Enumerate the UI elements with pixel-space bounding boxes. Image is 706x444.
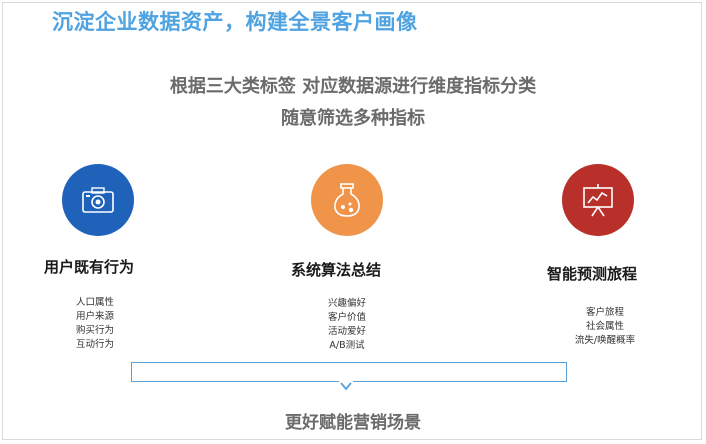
category-3-heading: 智能预测旅程 <box>547 265 638 283</box>
category-2-item: 活动爱好 <box>327 326 366 337</box>
intro-line-2: 随意筛选多种指标 <box>281 108 425 129</box>
category-1-item: 互动行为 <box>75 339 114 350</box>
category-2-heading: 系统算法总结 <box>291 261 382 279</box>
intro-line-1: 根据三大类标签 对应数据源进行维度指标分类 <box>169 76 537 97</box>
category-1-heading: 用户既有行为 <box>44 258 135 276</box>
grouping-bracket <box>131 362 567 382</box>
category-2-item: A/B测试 <box>329 340 365 351</box>
presentation-chart-icon <box>583 184 613 217</box>
category-3-circle <box>562 164 634 236</box>
category-2-items: 兴趣偏好 客户价值 活动爱好 A/B测试 <box>312 297 382 353</box>
footer-text: 更好赋能营销场景 <box>285 413 421 433</box>
category-3-item: 社会属性 <box>585 321 624 332</box>
category-2-circle <box>311 164 383 236</box>
flask-icon <box>334 183 360 217</box>
category-2-item: 兴趣偏好 <box>327 298 366 309</box>
category-2-item: 客户价值 <box>327 312 366 323</box>
category-3-items: 客户旅程 社会属性 流失/唤醒概率 <box>560 306 650 348</box>
category-1-items: 人口属性 用户来源 购买行为 互动行为 <box>60 296 130 352</box>
camera-icon <box>82 187 114 213</box>
category-1-circle <box>62 164 134 236</box>
category-3-item: 流失/唤醒概率 <box>574 335 636 346</box>
category-1-item: 用户来源 <box>75 311 114 322</box>
category-3-item: 客户旅程 <box>585 307 624 318</box>
chevron-down-icon <box>339 380 353 391</box>
category-1-item: 购买行为 <box>75 325 114 336</box>
category-1-item: 人口属性 <box>75 297 114 308</box>
slide-title: 沉淀企业数据资产，构建全景客户画像 <box>52 10 418 34</box>
